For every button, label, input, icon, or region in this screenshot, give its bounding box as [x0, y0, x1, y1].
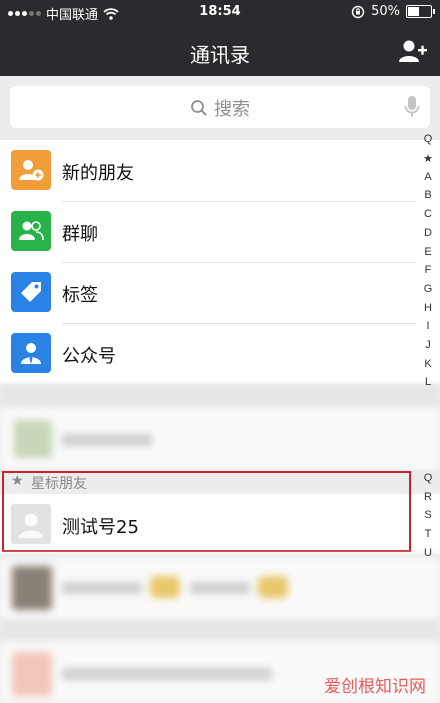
index-letter[interactable]: L [422, 376, 434, 388]
official-account-icon [11, 333, 51, 373]
entry-official-accounts[interactable]: 公众号 [0, 323, 440, 384]
index-letter[interactable]: Q [422, 133, 434, 145]
entry-label: 公众号 [62, 346, 116, 367]
index-letter[interactable]: G [422, 283, 434, 295]
microphone-icon[interactable] [404, 95, 420, 119]
page-title: 通讯录 [190, 43, 250, 67]
index-letter[interactable]: J [422, 339, 434, 351]
group-chat-icon [11, 211, 51, 251]
battery-percent: 50% [371, 4, 400, 19]
index-letter[interactable]: T [422, 528, 434, 540]
index-letter[interactable]: S [422, 509, 434, 521]
entry-new-friends[interactable]: 新的朋友 [0, 140, 440, 201]
tag-icon [11, 272, 51, 312]
index-letter[interactable]: C [422, 208, 434, 220]
entry-label: 群聊 [62, 224, 98, 245]
search-placeholder: 搜索 [214, 99, 250, 120]
search-input[interactable]: 搜索 [10, 86, 430, 128]
avatar [11, 504, 51, 544]
blurred-contact-row[interactable] [0, 408, 440, 470]
entry-tags[interactable]: 标签 [0, 262, 440, 323]
index-letter[interactable]: H [422, 302, 434, 314]
index-letter[interactable]: U [422, 547, 434, 559]
index-letter[interactable]: B [422, 189, 434, 201]
index-letter[interactable]: I [422, 320, 434, 332]
index-letter[interactable]: ★ [422, 152, 434, 165]
index-letter[interactable]: Q [422, 472, 434, 484]
blurred-section-header [0, 384, 440, 408]
index-letter[interactable]: R [422, 491, 434, 503]
blurred-section-header [0, 620, 440, 642]
feature-list: 新的朋友 群聊 标签 公众号 [0, 140, 440, 384]
index-letter[interactable]: F [422, 264, 434, 276]
index-letter[interactable]: K [422, 358, 434, 370]
index-letter[interactable]: A [422, 171, 434, 183]
index-letter[interactable]: E [422, 246, 434, 258]
entry-label: 标签 [62, 285, 98, 306]
status-right: 50% [351, 4, 435, 19]
entry-label: 新的朋友 [62, 163, 134, 184]
contact-name: 测试号25 [62, 517, 139, 538]
starred-section-header: ★ 星标朋友 [0, 470, 440, 494]
starred-contact-row[interactable]: 测试号25 [0, 494, 440, 554]
battery-icon [406, 5, 435, 18]
status-bar: 中国联通 18:54 50% [0, 0, 440, 26]
star-icon: ★ [11, 473, 24, 489]
watermark: 爱创根知识网 [324, 677, 426, 697]
nav-bar: 通讯录 [0, 26, 440, 76]
entry-group-chats[interactable]: 群聊 [0, 201, 440, 262]
blurred-contact-row[interactable] [0, 558, 440, 620]
starred-header-label: 星标朋友 [31, 476, 87, 492]
index-letter[interactable]: D [422, 227, 434, 239]
search-area: 搜索 [0, 76, 440, 140]
rotation-lock-icon [351, 5, 365, 18]
search-placeholder-group: 搜索 [10, 95, 430, 121]
add-contact-icon[interactable] [398, 38, 428, 64]
search-icon [191, 100, 207, 116]
add-friend-icon [11, 150, 51, 190]
